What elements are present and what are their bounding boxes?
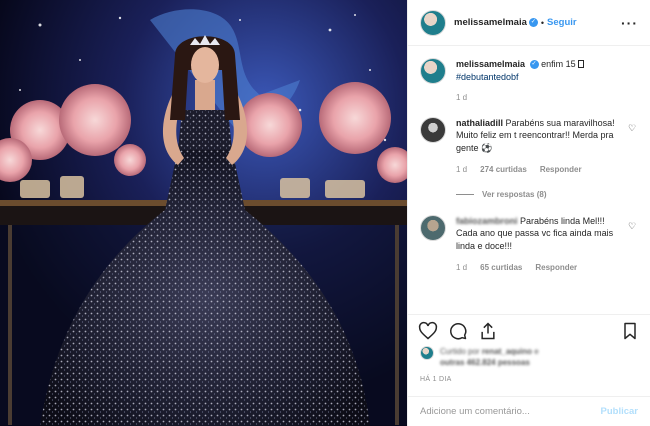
commenter-username[interactable]: fabiozambroni bbox=[456, 216, 518, 226]
author-avatar[interactable] bbox=[420, 9, 446, 36]
view-replies-button[interactable]: Ver respostas (8) bbox=[456, 190, 638, 199]
comment-input[interactable] bbox=[420, 406, 601, 417]
comments-section: melissamelmaia ✓ enfim 15 #debutantedobf… bbox=[408, 46, 650, 314]
likes-text[interactable]: Curtido por renat_aquino e outras 462.82… bbox=[440, 346, 638, 368]
caption-glyph-icon bbox=[578, 60, 585, 68]
photo-illustration bbox=[0, 0, 407, 426]
likes-count[interactable]: outras 462.824 pessoas bbox=[440, 358, 530, 367]
caption-avatar[interactable] bbox=[420, 58, 446, 84]
post-timestamp[interactable]: HÁ 1 DIA bbox=[420, 376, 452, 383]
comment-emoji: ⚽ bbox=[481, 142, 493, 153]
hashtag-link[interactable]: #debutantedobf bbox=[456, 72, 519, 82]
comment-age[interactable]: 1 d bbox=[456, 262, 467, 275]
caption-username[interactable]: melissamelmaia bbox=[456, 59, 525, 69]
comment-bubble-icon[interactable] bbox=[448, 321, 468, 341]
caption-body: enfim 15 bbox=[541, 59, 576, 69]
comment-item: fabiozambroni Parabéns linda Mel!!! Cada… bbox=[420, 214, 638, 275]
more-options-icon[interactable]: ··· bbox=[621, 15, 638, 31]
instagram-post-view: melissamelmaia ✓ • Seguir ··· melissamel… bbox=[0, 0, 650, 426]
author-username[interactable]: melissamelmaia bbox=[454, 17, 527, 28]
view-replies-label: Ver respostas (8) bbox=[482, 189, 547, 199]
reply-button[interactable]: Responder bbox=[540, 164, 582, 177]
separator-dot: • bbox=[540, 17, 545, 28]
add-comment-bar: Publicar bbox=[408, 396, 650, 426]
comment-text: nathaliadill Parabéns sua maravilhosa! M… bbox=[456, 117, 618, 177]
likes-prefix: Curtido por bbox=[440, 347, 480, 356]
like-comment-heart-icon[interactable]: ♡ bbox=[628, 221, 638, 275]
post-action-bar bbox=[408, 314, 650, 346]
likes-summary: Curtido por renat_aquino e outras 462.82… bbox=[420, 346, 638, 368]
reply-button[interactable]: Responder bbox=[535, 262, 577, 275]
verified-badge-icon: ✓ bbox=[529, 60, 539, 70]
post-side-panel: melissamelmaia ✓ • Seguir ··· melissamel… bbox=[407, 0, 650, 426]
bookmark-icon[interactable] bbox=[620, 321, 640, 341]
caption-text: melissamelmaia ✓ enfim 15 #debutantedobf… bbox=[456, 58, 638, 105]
author-info: melissamelmaia ✓ • Seguir bbox=[454, 17, 577, 28]
commenter-avatar[interactable] bbox=[420, 116, 446, 143]
share-icon[interactable] bbox=[478, 321, 498, 341]
comment-likes[interactable]: 274 curtidas bbox=[480, 164, 527, 177]
commenter-avatar[interactable] bbox=[420, 214, 446, 241]
follow-button[interactable]: Seguir bbox=[547, 17, 577, 28]
post-header: melissamelmaia ✓ • Seguir ··· bbox=[408, 0, 650, 46]
comment-meta: 1 d 274 curtidas Responder bbox=[456, 164, 618, 177]
caption-age[interactable]: 1 d bbox=[456, 92, 467, 105]
liker-avatar[interactable] bbox=[420, 346, 434, 360]
replies-divider-line bbox=[456, 193, 474, 195]
caption-meta: 1 d bbox=[456, 92, 638, 105]
commenter-username[interactable]: nathaliadill bbox=[456, 118, 503, 128]
like-comment-heart-icon[interactable]: ♡ bbox=[628, 123, 638, 177]
like-heart-icon[interactable] bbox=[418, 321, 438, 341]
comment-likes[interactable]: 65 curtidas bbox=[480, 262, 522, 275]
verified-badge-icon: ✓ bbox=[528, 18, 538, 27]
publish-button[interactable]: Publicar bbox=[601, 406, 639, 417]
comment-age[interactable]: 1 d bbox=[456, 164, 467, 177]
comment-meta: 1 d 65 curtidas Responder bbox=[456, 262, 618, 275]
likes-connector: e bbox=[534, 347, 539, 356]
comment-text: fabiozambroni Parabéns linda Mel!!! Cada… bbox=[456, 215, 618, 275]
post-photo[interactable] bbox=[0, 0, 407, 426]
caption-row: melissamelmaia ✓ enfim 15 #debutantedobf… bbox=[420, 58, 638, 105]
liker-username[interactable]: renat_aquino bbox=[482, 347, 532, 356]
comment-item: nathaliadill Parabéns sua maravilhosa! M… bbox=[420, 116, 638, 177]
